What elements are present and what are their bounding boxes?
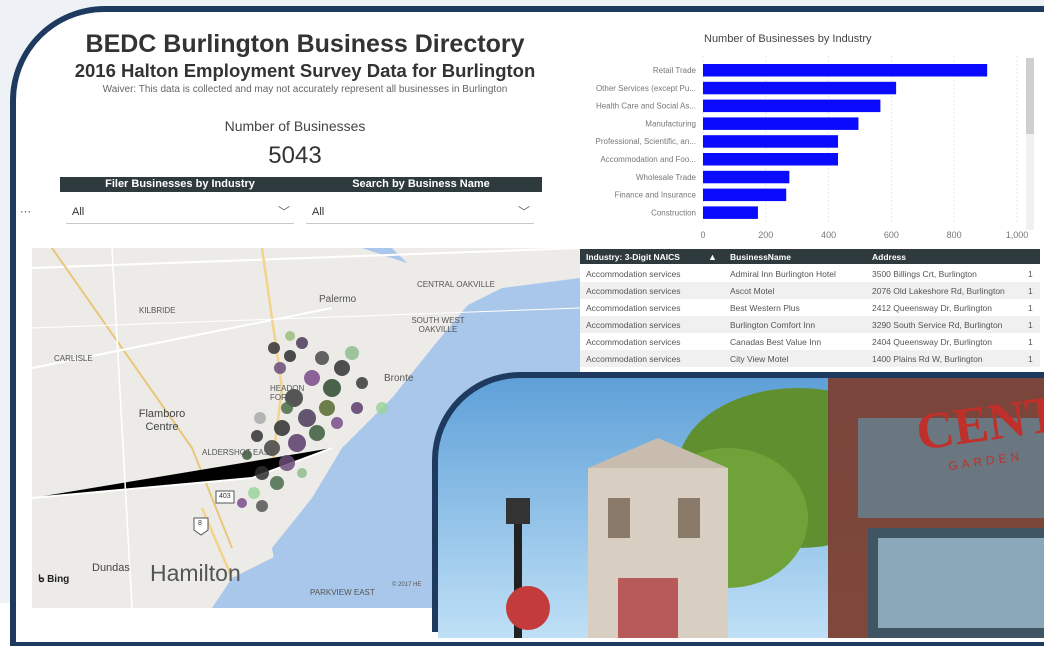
category-label: Other Services (except Pu... [596, 84, 696, 93]
table-row[interactable]: Accommodation services Burlington Comfort… [580, 316, 1040, 333]
x-tick-label: 400 [821, 230, 836, 240]
bar[interactable] [703, 153, 839, 166]
report-subtitle: 2016 Halton Employment Survey Data for B… [74, 60, 536, 81]
bar[interactable] [703, 64, 988, 77]
cell-address: 1400 Plains Rd W, Burlington [872, 354, 983, 364]
bar[interactable] [703, 206, 758, 219]
cell-industry: Accommodation services [586, 354, 681, 364]
column-header-business-name[interactable]: BusinessName [730, 252, 791, 262]
table-row[interactable]: Accommodation services City View Motel 140… [580, 350, 1040, 367]
cell-business-name: Burlington Comfort Inn [730, 320, 816, 330]
map-city-label: Flamboro Centre [138, 408, 186, 433]
highway-shield-label: 8 [198, 520, 202, 527]
table-row[interactable]: Accommodation services Ascot Motel 2076 Ol… [580, 282, 1040, 299]
category-label: Wholesale Trade [636, 173, 697, 182]
map-label: KILBRIDE [139, 306, 176, 315]
map-label: HEADON FOREST [270, 384, 305, 402]
chevron-down-icon[interactable]: ﹀ [278, 201, 290, 223]
industry-bar-chart[interactable]: 0 200 400 600 800 1,000 Retail Trade Other Serv… [574, 46, 1034, 246]
cell-extra: 1 [1028, 303, 1033, 313]
bing-logo-icon: ᑲ Bing [38, 574, 70, 585]
category-label: Health Care and Social As... [596, 102, 696, 111]
x-tick-label: 1,000 [1006, 230, 1029, 240]
cell-business-name: Ascot Motel [730, 286, 775, 296]
cell-business-name: Best Western Plus [730, 303, 800, 313]
map-label: CARLISLE [54, 354, 93, 363]
table-row[interactable]: Accommodation services Best Western Plus 2… [580, 299, 1040, 316]
sort-ascending-icon[interactable]: ▲ [708, 252, 717, 262]
bar[interactable] [703, 170, 790, 184]
industry-filter-value: All [72, 206, 85, 218]
cell-business-name: Admiral Inn Burlington Hotel [730, 269, 836, 279]
map-city-label: Dundas [92, 562, 130, 574]
cell-industry: Accommodation services [586, 303, 681, 313]
chart-title: Number of Businesses by Industry [704, 33, 872, 45]
bing-logo-text: Bing [47, 574, 70, 585]
chevron-down-icon[interactable]: ﹀ [518, 201, 530, 223]
bar[interactable] [703, 81, 897, 95]
column-header-address[interactable]: Address [872, 252, 906, 262]
cell-address: 2412 Queensway Dr, Burlington [872, 303, 993, 313]
kpi-value: 5043 [268, 142, 322, 169]
cell-industry: Accommodation services [586, 269, 681, 279]
table-row[interactable]: Accommodation services Canadas Best Value… [580, 333, 1040, 350]
x-tick-label: 800 [947, 230, 962, 240]
bar[interactable] [703, 188, 787, 202]
bar[interactable] [703, 135, 839, 148]
map-label: CENTRAL OAKVILLE [417, 280, 495, 289]
map-label: ALDERSHOT EAST [202, 448, 274, 457]
category-label: Construction [651, 208, 696, 217]
x-tick-label: 600 [884, 230, 899, 240]
cell-business-name: Canadas Best Value Inn [730, 337, 822, 347]
map-label: Palermo [319, 294, 357, 305]
cell-address: 2076 Old Lakeshore Rd, Burlington [872, 286, 1005, 296]
map-label: PARKVIEW EAST [310, 588, 375, 597]
bar[interactable] [703, 117, 859, 130]
column-header-industry[interactable]: Industry: 3-Digit NAICS [586, 252, 680, 262]
storefront-photo: CENT GARDEN [438, 378, 1044, 638]
cell-address: 3500 Billings Crt, Burlington [872, 269, 977, 279]
industry-filter-dropdown[interactable]: All ﹀ [66, 201, 294, 224]
cell-extra: 1 [1028, 354, 1033, 364]
name-filter-header: Search by Business Name [300, 177, 542, 192]
cell-extra: 1 [1028, 320, 1033, 330]
highway-shield-label: 403 [219, 493, 231, 500]
industry-filter-header: Filer Businesses by Industry [60, 177, 300, 192]
category-label: Manufacturing [645, 119, 696, 128]
map-label: Bronte [384, 373, 414, 384]
cell-address: 2404 Queensway Dr, Burlington [872, 337, 993, 347]
cell-extra: 1 [1028, 269, 1033, 279]
cell-extra: 1 [1028, 337, 1033, 347]
map-city-label: Hamilton [150, 560, 241, 586]
more-options-icon[interactable]: ⋯ [20, 205, 31, 218]
cell-industry: Accommodation services [586, 286, 681, 296]
name-filter-dropdown[interactable]: All ﹀ [306, 201, 534, 224]
category-label: Accommodation and Foo... [600, 155, 696, 164]
map-label: SOUTH WEST OAKVILLE [411, 316, 465, 334]
table-header: Industry: 3-Digit NAICS ▲ BusinessName A… [580, 249, 1040, 264]
x-tick-label: 200 [758, 230, 773, 240]
cell-business-name: City View Motel [730, 354, 789, 364]
cell-industry: Accommodation services [586, 320, 681, 330]
kpi-label: Number of Businesses [224, 118, 366, 134]
report-title: BEDC Burlington Business Directory [85, 30, 525, 58]
name-filter-value: All [312, 206, 325, 218]
x-tick-label: 0 [700, 230, 705, 240]
table-row[interactable]: Accommodation services Admiral Inn Burlin… [580, 265, 1040, 282]
cell-address: 3290 South Service Rd, Burlington [872, 320, 1003, 330]
chart-scrollbar-thumb[interactable] [1026, 58, 1034, 134]
category-label: Finance and Insurance [615, 191, 697, 200]
category-label: Retail Trade [653, 66, 697, 75]
report-waiver: Waiver: This data is collected and may n… [102, 84, 508, 95]
bar[interactable] [703, 99, 881, 113]
category-label: Professional, Scientific, an... [596, 137, 697, 146]
cell-extra: 1 [1028, 286, 1033, 296]
cell-industry: Accommodation services [586, 337, 681, 347]
map-attribution: © 2017 HE [392, 582, 422, 588]
